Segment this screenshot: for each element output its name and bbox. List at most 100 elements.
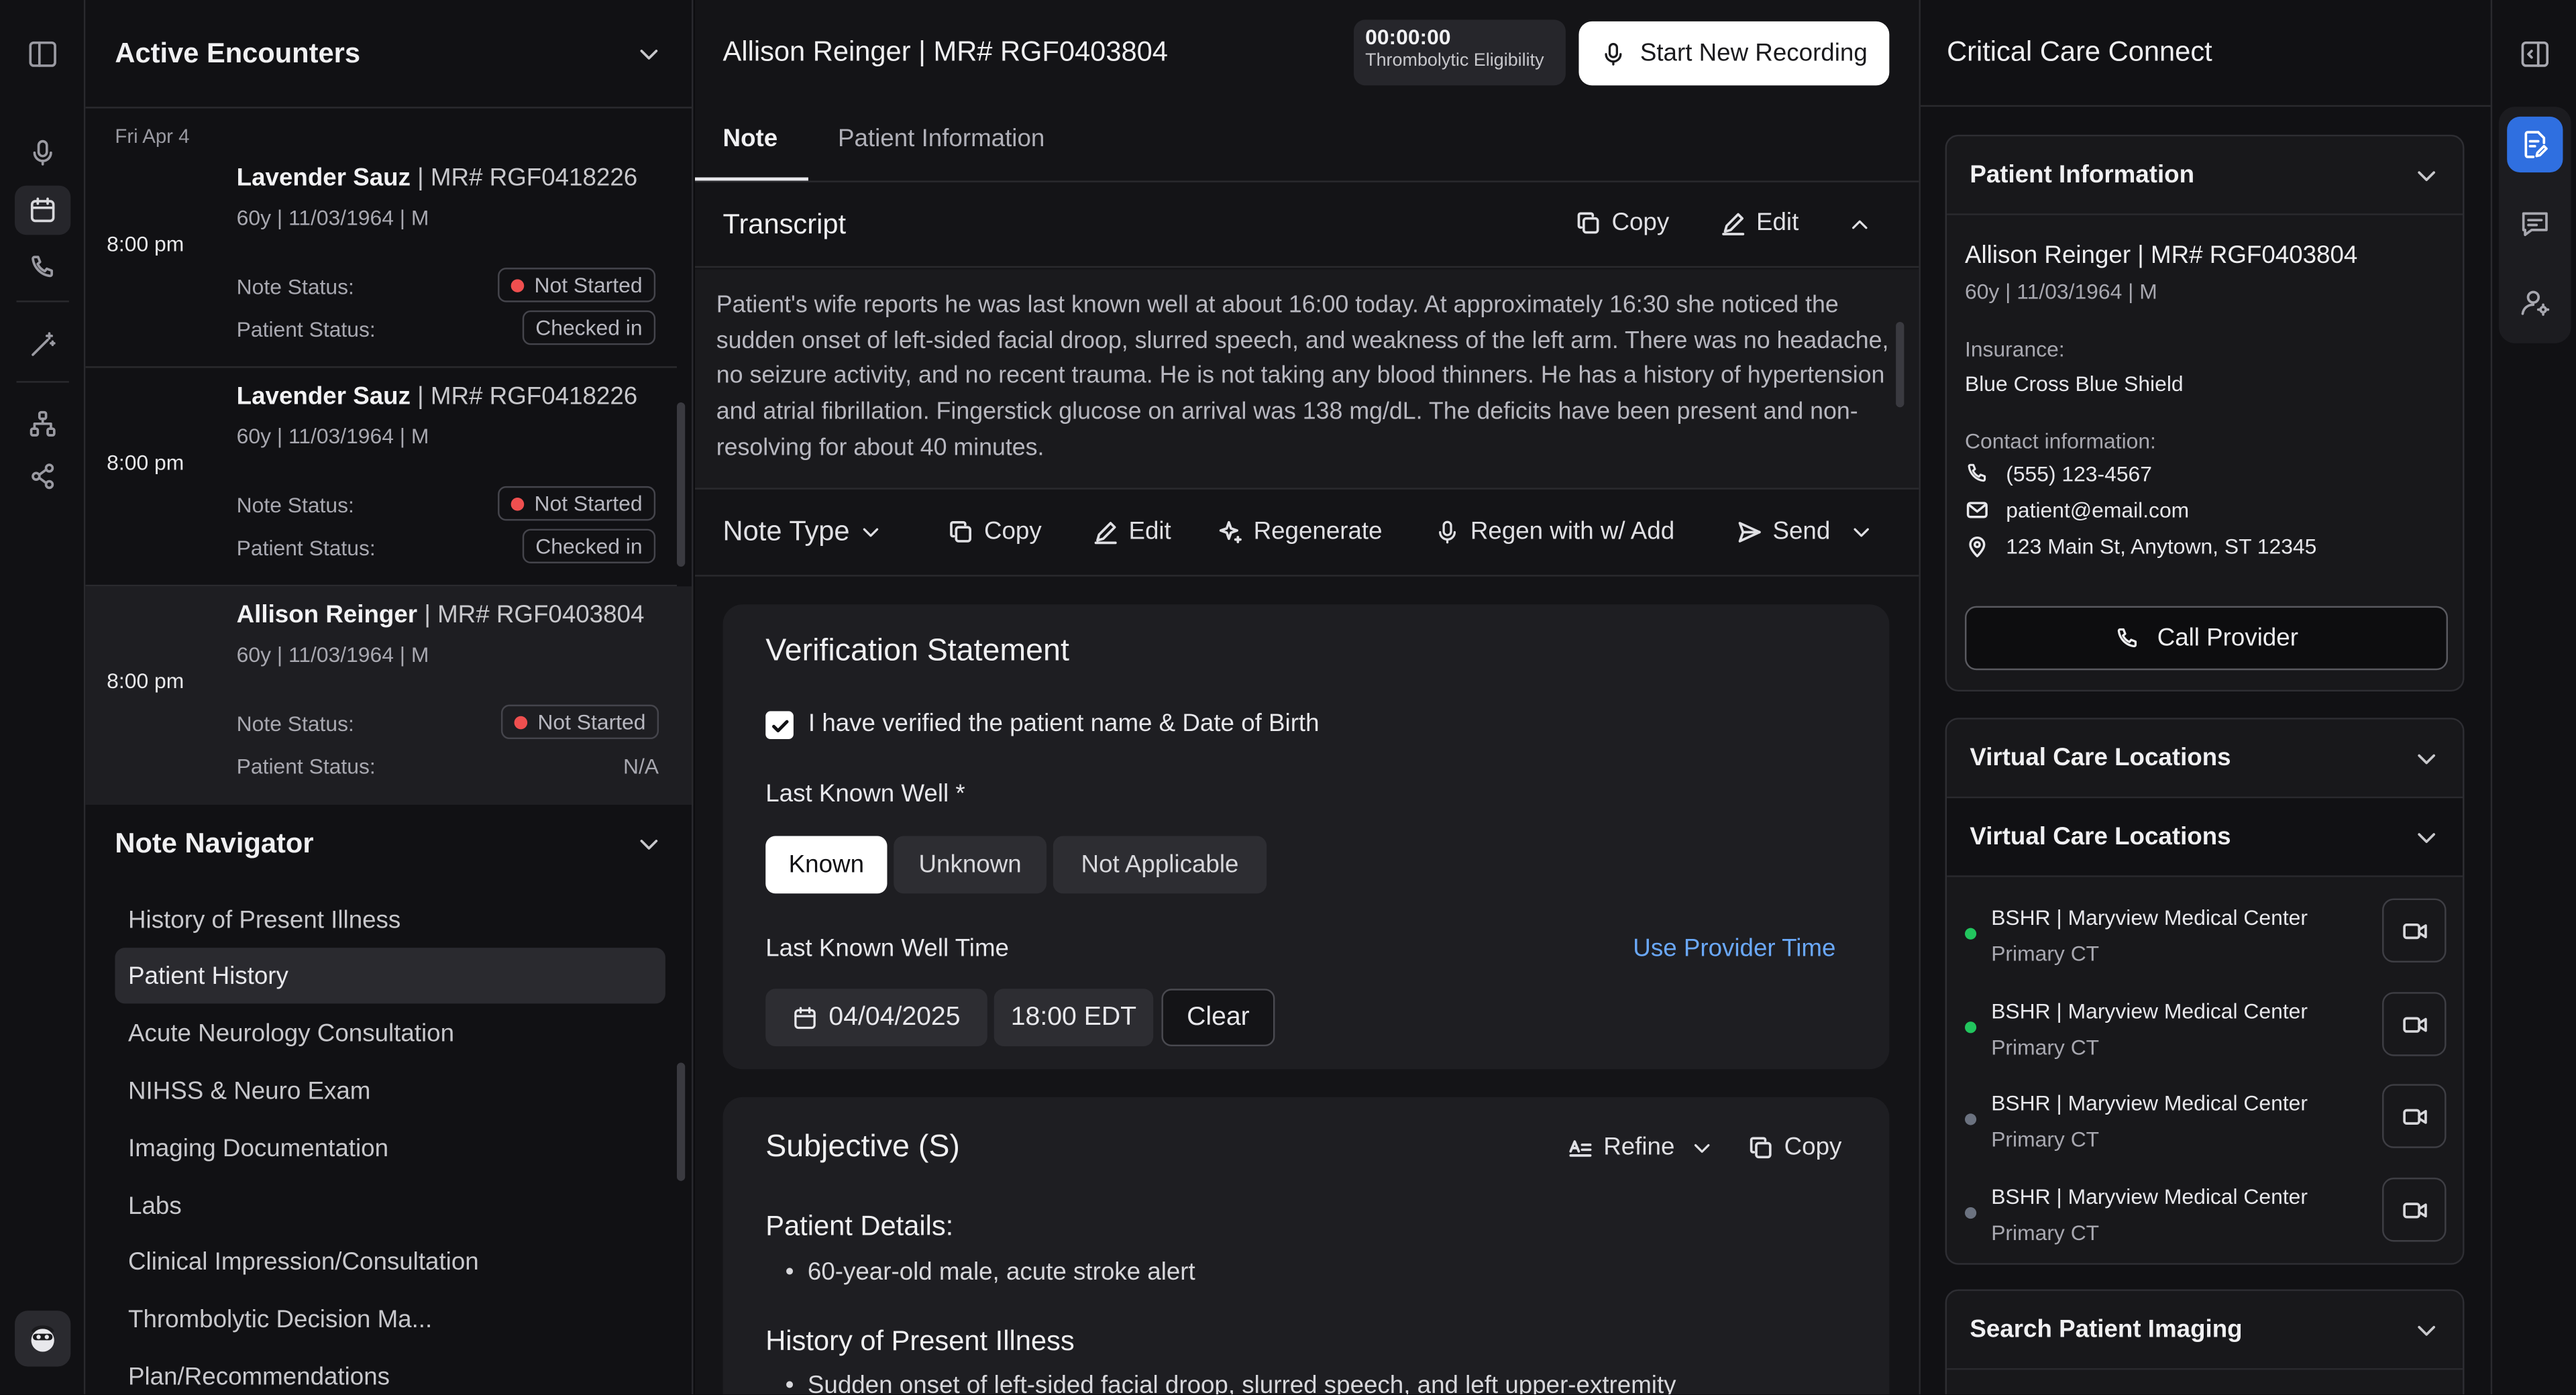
patient-status-badge: Checked in xyxy=(522,310,656,345)
location-item: BSHR | Maryview Medical Center Primary CT xyxy=(1947,979,2463,1071)
subjective-copy-button[interactable]: Copy xyxy=(1748,1133,1841,1161)
regen-with-add-button[interactable]: Regen with w/ Add xyxy=(1434,517,1674,545)
encounter-name: Lavender Sauz | MR# RGF0418226 xyxy=(236,382,638,411)
chevron-down-icon[interactable] xyxy=(2414,824,2440,850)
lkw-date-field[interactable]: 04/04/2025 xyxy=(765,989,987,1047)
start-recording-button[interactable]: Start New Recording xyxy=(1578,21,1890,86)
patient-info-header[interactable]: Patient Information xyxy=(1947,136,2463,215)
virtual-care-header[interactable]: Virtual Care Locations xyxy=(1947,720,2463,799)
virtual-care-title: Virtual Care Locations xyxy=(1970,744,2231,773)
tab-patient-information[interactable]: Patient Information xyxy=(838,125,1044,153)
navigator-scrollbar[interactable] xyxy=(676,1062,686,1181)
chevron-down-icon[interactable] xyxy=(2414,162,2440,188)
nav-item[interactable]: Labs xyxy=(115,1178,665,1233)
encounters-header[interactable]: Active Encounters xyxy=(85,0,692,109)
pencil-icon xyxy=(1093,518,1119,545)
encounter-time: 8:00 pm xyxy=(107,668,184,693)
note-type-dropdown[interactable]: Note Type xyxy=(723,516,883,549)
patient-status-badge: Checked in xyxy=(522,528,656,564)
lkw-option-not-applicable[interactable]: Not Applicable xyxy=(1053,836,1267,894)
sidebar-toggle-icon[interactable] xyxy=(15,30,70,78)
note-navigator-header[interactable]: Note Navigator xyxy=(85,805,692,884)
phone-icon xyxy=(1965,461,1990,486)
status-dot xyxy=(1965,1207,1977,1219)
encounter-card-selected[interactable]: 8:00 pm Allison Reinger | MR# RGF0403804… xyxy=(85,586,692,805)
transcript-copy-button[interactable]: Copy xyxy=(1576,209,1669,237)
panel-toggle-icon[interactable] xyxy=(2507,26,2563,82)
imaging-header[interactable]: Search Patient Imaging xyxy=(1947,1291,2463,1370)
nav-item[interactable]: Acute Neurology Consultation xyxy=(115,1005,665,1061)
patient-status-value: N/A xyxy=(623,754,659,779)
video-call-button[interactable] xyxy=(2382,898,2447,963)
refine-button[interactable]: Refine xyxy=(1567,1133,1714,1161)
user-settings-icon[interactable] xyxy=(2507,274,2563,330)
transcript-scrollbar[interactable] xyxy=(1896,322,1904,408)
nav-item[interactable]: Plan/Recommendations xyxy=(115,1349,665,1395)
patient-name: Allison Reinger | MR# RGF0403804 xyxy=(1965,241,2358,270)
contact-email[interactable]: patient@email.com xyxy=(1965,498,2189,522)
video-call-button[interactable] xyxy=(2382,1084,2447,1148)
insurance-label: Insurance: xyxy=(1965,337,2065,361)
encounter-details: 60y | 11/03/1964 | M xyxy=(236,205,429,230)
chevron-down-icon xyxy=(859,520,882,543)
magic-wand-icon[interactable] xyxy=(15,321,70,370)
encounters-scrollbar[interactable] xyxy=(676,402,686,567)
avatar-icon[interactable] xyxy=(15,1310,71,1367)
note-edit-button[interactable]: Edit xyxy=(1093,517,1171,545)
lkw-option-unknown[interactable]: Unknown xyxy=(894,836,1047,894)
location-item: BSHR | Maryview Medical Center Primary CT xyxy=(1947,1164,2463,1256)
encounter-card[interactable]: 8:00 pm Lavender Sauz | MR# RGF0418226 6… xyxy=(85,150,677,368)
encounter-card[interactable]: 8:00 pm Lavender Sauz | MR# RGF0418226 6… xyxy=(85,368,677,587)
phone-icon[interactable] xyxy=(15,243,70,292)
recording-timer: 00:00:00 Thrombolytic Eligibility xyxy=(1353,19,1566,86)
chevron-down-icon[interactable] xyxy=(2414,1317,2440,1343)
video-call-button[interactable] xyxy=(2382,992,2447,1056)
lkw-time-field[interactable]: 18:00 EDT xyxy=(994,989,1154,1047)
verification-checkbox[interactable] xyxy=(765,711,794,740)
contact-phone[interactable]: (555) 123-4567 xyxy=(1965,461,2152,486)
text-format-icon xyxy=(1567,1134,1593,1160)
nav-item[interactable]: Clinical Impression/Consultation xyxy=(115,1233,665,1289)
encounter-time: 8:00 pm xyxy=(107,450,184,475)
regenerate-button[interactable]: Regenerate xyxy=(1218,517,1383,545)
subjective-card: Subjective (S) Refine Copy Patient Detai… xyxy=(722,1097,1890,1395)
send-button[interactable]: Send xyxy=(1737,517,1873,545)
chevron-down-icon xyxy=(1850,520,1873,543)
chevron-down-icon[interactable] xyxy=(2414,745,2440,771)
critical-care-panel: Critical Care Connect Patient Informatio… xyxy=(1919,0,2491,1395)
chevron-down-icon[interactable] xyxy=(636,40,662,66)
nav-item[interactable]: NIHSS & Neuro Exam xyxy=(115,1063,665,1119)
clear-button[interactable]: Clear xyxy=(1161,989,1275,1047)
chevron-up-icon[interactable] xyxy=(1848,213,1871,236)
microphone-icon[interactable] xyxy=(15,128,70,177)
send-icon xyxy=(1737,518,1763,545)
encounter-details: 60y | 11/03/1964 | M xyxy=(236,642,429,667)
chevron-down-icon[interactable] xyxy=(636,831,662,857)
call-provider-button[interactable]: Call Provider xyxy=(1965,606,2449,671)
note-toolbar: Note Type Copy Edit Regenerate Regen wit… xyxy=(694,490,1919,577)
note-status-label: Note Status: xyxy=(236,711,354,736)
encounter-name: Allison Reinger | MR# RGF0403804 xyxy=(236,601,645,629)
nav-item-selected[interactable]: Patient History xyxy=(115,948,665,1004)
hpi-heading: History of Present Illness xyxy=(765,1325,1075,1357)
patient-info-card: Patient Information Allison Reinger | MR… xyxy=(1945,134,2465,692)
tab-note[interactable]: Note xyxy=(723,125,778,153)
use-provider-time-link[interactable]: Use Provider Time xyxy=(1633,934,1835,962)
document-edit-icon[interactable] xyxy=(2507,116,2563,173)
chat-icon[interactable] xyxy=(2507,195,2563,251)
share-icon[interactable] xyxy=(15,451,70,500)
nav-item[interactable]: Imaging Documentation xyxy=(115,1120,665,1176)
nav-item[interactable]: Thrombolytic Decision Ma... xyxy=(115,1291,665,1347)
video-call-button[interactable] xyxy=(2382,1177,2447,1242)
copy-icon xyxy=(948,518,974,545)
calendar-icon[interactable] xyxy=(15,185,71,235)
right-icon-rail xyxy=(2490,0,2576,1395)
virtual-care-subheader[interactable]: Virtual Care Locations xyxy=(1947,798,2463,877)
video-icon xyxy=(2401,1196,2427,1223)
lkw-option-known[interactable]: Known xyxy=(765,836,888,894)
note-copy-button[interactable]: Copy xyxy=(948,517,1042,545)
hierarchy-icon[interactable] xyxy=(15,399,70,448)
lkw-label: Last Known Well * xyxy=(765,780,965,808)
transcript-edit-button[interactable]: Edit xyxy=(1720,209,1799,237)
nav-item[interactable]: History of Present Illness xyxy=(115,892,665,948)
